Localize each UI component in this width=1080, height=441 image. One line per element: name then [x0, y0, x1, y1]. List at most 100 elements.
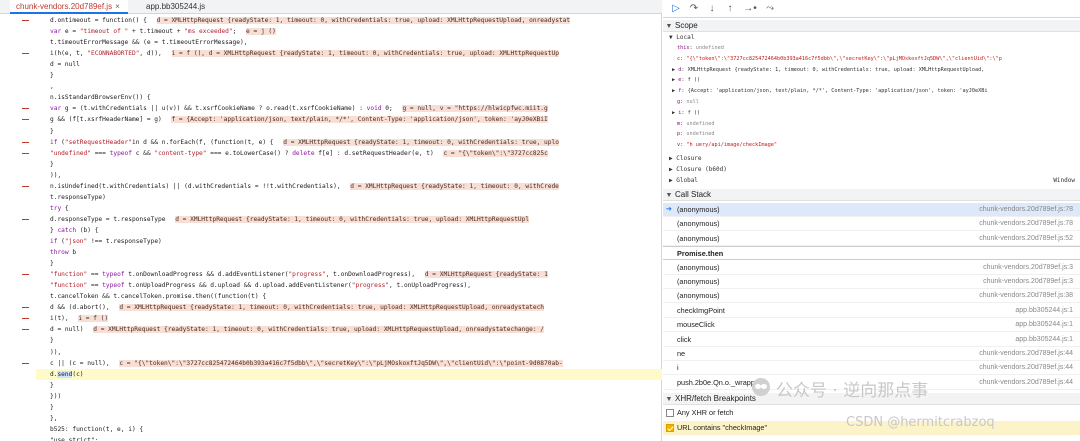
watermark-line-2: CSDN @hermitcrabzoq — [846, 415, 995, 430]
inline-value[interactable]: e = j () — [246, 28, 276, 36]
scope-header[interactable]: ▼ Scope — [663, 20, 1080, 32]
frame-location[interactable]: app.bb305244.js:1 — [1015, 304, 1073, 318]
code-line: } — [50, 126, 54, 137]
frame-location[interactable]: chunk-vendors.20d789ef.js:3 — [983, 275, 1073, 289]
inline-value[interactable]: d = XMLHttpRequest {readyState: 1, timeo… — [283, 138, 559, 146]
tab-app-bb305244[interactable]: app.bb305244.js — [146, 0, 226, 14]
inline-value[interactable]: c = "{\"token\":\"3727cc825472464b0b393a… — [119, 359, 563, 367]
code-token: g = (t.withCredentials || u(v)) && t.xsr… — [61, 105, 367, 113]
code-token: ( — [57, 138, 65, 146]
code-line: d.send(c) — [50, 369, 84, 380]
variable-value: f () — [687, 109, 701, 116]
scope-variable[interactable]: ▶ i: f () — [672, 109, 1072, 118]
code-token: === — [90, 149, 110, 157]
inline-value[interactable]: d = XMLHttpRequest {readyState: 1, timeo… — [119, 304, 545, 312]
tab-label: app.bb305244.js — [146, 2, 206, 11]
code-token: "ECONNABORTED" — [87, 50, 140, 58]
call-frame[interactable]: ne chunk-vendors.20d789ef.js:44 — [663, 347, 1080, 361]
call-frame[interactable]: checkImgPoint app.bb305244.js:1 — [663, 304, 1080, 318]
scope-variable[interactable]: g: null — [677, 98, 1077, 107]
deactivate-breakpoints-icon[interactable]: ⤳ — [763, 2, 777, 16]
scope-variable[interactable]: this: undefined — [677, 44, 1077, 53]
gutter-marker — [22, 362, 29, 364]
close-icon[interactable]: × — [115, 2, 120, 11]
code-token: c && — [131, 149, 155, 157]
line-gutter[interactable] — [0, 14, 36, 441]
scope-variable[interactable]: c: "{\"token\":\"3727cc825472464b0b393a4… — [677, 55, 1077, 64]
call-frame[interactable]: (anonymous) chunk-vendors.20d789ef.js:38 — [663, 289, 1080, 304]
frame-location[interactable]: chunk-vendors.20d789ef.js:44 — [979, 347, 1073, 361]
inline-value[interactable]: d = XMLHttpRequest {readyState: 1, timeo… — [175, 215, 530, 223]
inline-value[interactable]: f = {Accept: 'application/json, text/pla… — [171, 116, 548, 124]
code-token: "ms exceeded" — [184, 28, 233, 36]
variable-value: f () — [687, 77, 701, 84]
call-frame[interactable]: (anonymous) chunk-vendors.20d789ef.js:78 — [663, 217, 1080, 232]
inline-value[interactable]: c = "{\"token\":\"3727cc825c — [443, 149, 548, 157]
scope-closure-b60d[interactable]: ▶ Closure (b60d) — [669, 165, 727, 174]
inline-value[interactable]: d = XMLHttpRequest {readyState: 1, timeo… — [156, 17, 571, 24]
inline-value[interactable]: g = null, v = "https://hlwicpfwc.miit.g — [402, 105, 548, 113]
step-over-icon[interactable]: ↷ — [687, 2, 701, 16]
code-token: )), — [50, 171, 62, 179]
inline-value[interactable]: i = f (), d = XMLHttpRequest {readyState… — [171, 50, 559, 58]
gutter-marker — [22, 185, 29, 187]
frame-location[interactable]: chunk-vendors.20d789ef.js:78 — [979, 203, 1073, 217]
call-frame[interactable]: ➔ (anonymous) chunk-vendors.20d789ef.js:78 — [663, 203, 1080, 217]
code-token: == — [87, 282, 103, 290]
code-token: "json" — [64, 238, 88, 245]
code-token: === e.toLowerCase() ? — [206, 149, 293, 157]
code-line: b525: function(t, e, i) { — [50, 424, 143, 435]
code-line: i(t), i = f () — [50, 313, 109, 324]
tab-chunk-vendors[interactable]: chunk-vendors.20d789ef.js × — [10, 0, 128, 14]
code-line: n.isStandardBrowserEnv()) { — [50, 92, 151, 103]
frame-location[interactable]: app.bb305244.js:1 — [1015, 333, 1073, 347]
frame-location[interactable]: chunk-vendors.20d789ef.js:3 — [983, 261, 1073, 275]
scope-global[interactable]: ▶ Global Window — [669, 176, 1075, 185]
inline-value[interactable]: d = XMLHttpRequest {readyState: 1 — [424, 271, 548, 279]
frame-location[interactable]: chunk-vendors.20d789ef.js:78 — [979, 217, 1073, 231]
scope-variable[interactable]: ▶ f: {Accept: 'application/json, text/pl… — [672, 87, 1072, 96]
inline-value[interactable]: d = XMLHttpRequest {readyState: 1, timeo… — [350, 182, 559, 190]
frame-location[interactable]: app.bb305244.js:1 — [1015, 318, 1073, 332]
call-frame[interactable]: (anonymous) chunk-vendors.20d789ef.js:3 — [663, 275, 1080, 289]
call-frame[interactable]: click app.bb305244.js:1 — [663, 333, 1080, 347]
step-out-icon[interactable]: ↑ — [723, 2, 737, 16]
scope-variable[interactable]: v: "h uery/api/image/checkImage" — [677, 141, 1077, 150]
code-line: } — [50, 159, 54, 170]
debugger-sidebar: ▷ ↷ ↓ ↑ →• ⤳ ▼ Scope ▼ Local this: undefi… — [663, 0, 1080, 441]
frame-location[interactable]: chunk-vendors.20d789ef.js:52 — [979, 232, 1073, 246]
code-token: d && (d.abort(), — [50, 304, 114, 312]
code-token: d.ontimeout = function() { — [50, 17, 151, 24]
code-line: if ("json" !== t.responseType) — [50, 236, 162, 247]
code-token: in d && n.forEach(f, (function(t, e) { — [131, 138, 278, 146]
frame-location[interactable]: chunk-vendors.20d789ef.js:44 — [979, 361, 1073, 375]
call-frame[interactable]: (anonymous) chunk-vendors.20d789ef.js:3 — [663, 261, 1080, 275]
scope-variable[interactable]: ▶ d: XMLHttpRequest {readyState: 1, time… — [672, 66, 1072, 75]
code-token: "setRequestHeader" — [64, 138, 132, 146]
editor-tab-bar: chunk-vendors.20d789ef.js × app.bb305244.… — [0, 0, 662, 14]
scope-closure[interactable]: ▶ Closure — [669, 154, 702, 163]
inline-value[interactable]: i = f () — [78, 315, 109, 323]
code-token: send — [57, 370, 73, 378]
checkbox[interactable] — [666, 424, 674, 432]
scope-local-header[interactable]: ▼ Local — [669, 33, 694, 42]
call-frame[interactable]: mouseClick app.bb305244.js:1 — [663, 318, 1080, 333]
resume-icon[interactable]: ▷ — [669, 2, 683, 16]
inline-value[interactable]: d = XMLHttpRequest {readyState: 1, timeo… — [93, 326, 545, 334]
call-frame[interactable]: i chunk-vendors.20d789ef.js:44 — [663, 361, 1080, 376]
code-line: "undefined" === typeof c && "content-typ… — [50, 148, 548, 159]
code-line: d.responseType = t.responseType d = XMLH… — [50, 214, 530, 225]
code-token: , d)), — [139, 50, 166, 58]
frame-location[interactable]: chunk-vendors.20d789ef.js:44 — [979, 376, 1073, 390]
frame-location[interactable]: chunk-vendors.20d789ef.js:38 — [979, 289, 1073, 303]
checkbox[interactable] — [666, 409, 674, 417]
code-token: == — [87, 271, 103, 279]
step-icon[interactable]: →• — [741, 2, 759, 16]
step-into-icon[interactable]: ↓ — [705, 2, 719, 16]
call-frame[interactable]: (anonymous) chunk-vendors.20d789ef.js:52 — [663, 232, 1080, 246]
call-stack-header[interactable]: ▼ Call Stack — [663, 189, 1080, 201]
watermark-line-1: 公众号 · 逆向那点事 — [776, 381, 929, 401]
scope-variable[interactable]: m: undefined — [677, 120, 1077, 129]
scope-variable[interactable]: p: undefined — [677, 130, 1077, 139]
scope-variable[interactable]: ▶ e: f () — [672, 76, 1072, 85]
